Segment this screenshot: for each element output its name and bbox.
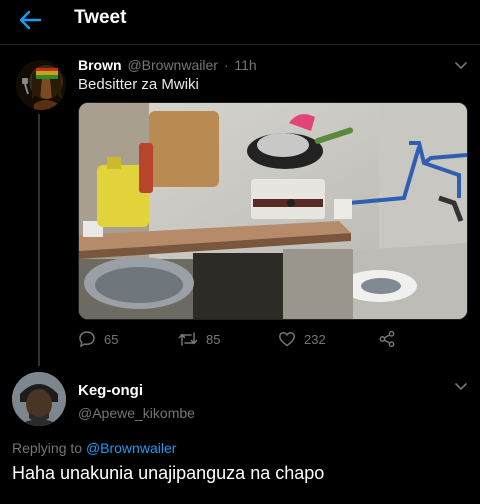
retweet-action[interactable]: 85 <box>178 330 220 348</box>
thread-line <box>38 114 40 366</box>
replying-to-handle[interactable]: @Brownwailer <box>86 440 176 456</box>
avatar[interactable] <box>16 60 66 110</box>
retweet-icon <box>178 332 198 346</box>
share-icon <box>379 330 395 348</box>
replying-to-label: Replying to <box>12 440 83 456</box>
author-name[interactable]: Brown <box>78 57 122 73</box>
retweet-count: 85 <box>206 331 221 347</box>
chevron-down-icon[interactable] <box>455 62 467 70</box>
tweet-actions: 65 85 232 <box>78 330 468 352</box>
reply-count: 65 <box>104 331 119 347</box>
timestamp[interactable]: 11h <box>234 57 256 73</box>
reply-text: Haha unakunia unajipanguza na chapo <box>12 463 325 483</box>
reply-action[interactable]: 65 <box>78 330 118 348</box>
back-arrow-icon[interactable] <box>16 8 44 32</box>
reply-author-name[interactable]: Keg-ongi <box>78 382 143 399</box>
tweet-photo[interactable] <box>78 102 468 320</box>
avatar[interactable] <box>12 372 66 426</box>
chevron-down-icon[interactable] <box>455 383 467 391</box>
share-action[interactable] <box>378 330 404 348</box>
comment-icon <box>79 331 95 348</box>
tweet-text: Bedsitter za Mwiki <box>78 76 199 93</box>
top-bar: Tweet <box>0 0 480 44</box>
divider <box>0 44 480 45</box>
like-count: 232 <box>304 331 326 347</box>
reply-author-handle[interactable]: @Apewe_kikombe <box>78 405 195 421</box>
author-handle[interactable]: @Brownwailer <box>127 57 217 73</box>
page-title: Tweet <box>74 7 127 28</box>
heart-icon <box>279 331 295 347</box>
like-action[interactable]: 232 <box>278 330 326 348</box>
tweet-meta: Brown @Brownwailer · 11h <box>78 57 259 73</box>
separator-dot: · <box>223 57 229 73</box>
replying-to: Replying to @Brownwailer <box>12 440 176 456</box>
